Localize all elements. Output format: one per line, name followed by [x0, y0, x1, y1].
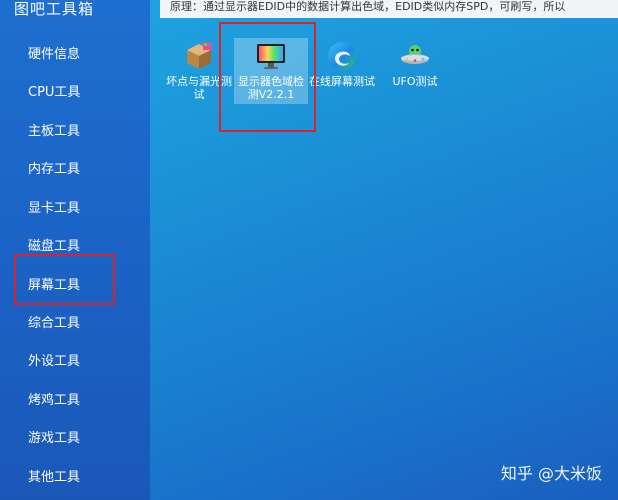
ufo-icon — [401, 45, 429, 64]
highlight-box-sidebar — [14, 254, 115, 305]
tool-ufo-test[interactable]: UFO测试 — [378, 40, 452, 88]
tool-label: UFO测试 — [392, 75, 438, 88]
sidebar-item-hardware-info[interactable]: 硬件信息 — [28, 43, 80, 62]
highlight-box-tool — [219, 22, 316, 132]
box-icon — [187, 42, 212, 69]
tool-label: 在线屏幕测试 — [309, 75, 375, 88]
sidebar-item-stress-tools[interactable]: 烤鸡工具 — [28, 389, 80, 408]
sidebar-item-game-tools[interactable]: 游戏工具 — [28, 427, 80, 446]
info-bar: 原理：通过显示器EDID中的数据计算出色域，EDID类似内存SPD，可刷写，所以 — [160, 0, 618, 18]
sidebar-item-disk-tools[interactable]: 磁盘工具 — [28, 235, 80, 254]
sidebar-item-peripheral-tools[interactable]: 外设工具 — [28, 350, 80, 369]
sidebar-item-gpu-tools[interactable]: 显卡工具 — [28, 197, 80, 216]
sidebar-item-other-tools[interactable]: 其他工具 — [28, 466, 80, 485]
sidebar-item-motherboard-tools[interactable]: 主板工具 — [28, 120, 80, 139]
sidebar-item-cpu-tools[interactable]: CPU工具 — [28, 81, 80, 100]
watermark: 知乎 @大米饭 — [500, 464, 602, 483]
app-title: 图吧工具箱 — [14, 0, 95, 18]
edge-browser-icon — [328, 42, 356, 70]
sidebar-item-memory-tools[interactable]: 内存工具 — [28, 158, 80, 177]
tool-online-screen-test[interactable]: 在线屏幕测试 — [305, 40, 379, 88]
sidebar-item-general-tools[interactable]: 综合工具 — [28, 312, 80, 331]
sidebar: 图吧工具箱 硬件信息 CPU工具 主板工具 内存工具 显卡工具 磁盘工具 屏幕工… — [0, 0, 150, 500]
